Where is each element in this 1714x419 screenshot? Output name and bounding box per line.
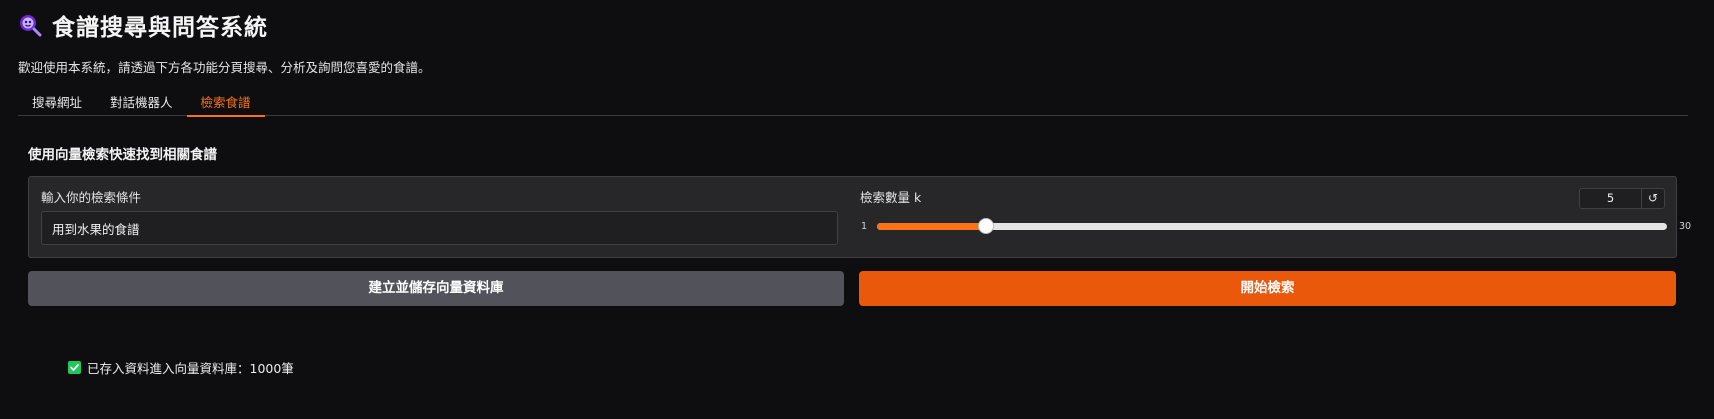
page-title: 食譜搜尋與問答系統 [52,15,268,41]
start-search-button[interactable]: 開始檢索 [859,271,1676,306]
section-title: 使用向量檢索快速找到相關食譜 [28,147,217,163]
slider-fill [877,223,986,230]
check-icon [68,361,81,374]
slider-thumb[interactable] [977,218,994,234]
tab-chatbot[interactable]: 對話機器人 [96,86,187,115]
magnifier-chat-icon [18,13,42,37]
intro-text: 歡迎使用本系統，請透過下方各功能分頁搜尋、分析及詢問您喜愛的食譜。 [18,60,431,75]
query-input[interactable] [41,211,838,245]
reset-icon[interactable]: ↺ [1641,189,1664,208]
slider-min-label: 1 [861,221,868,232]
query-label: 輸入你的檢索條件 [41,190,142,205]
k-label: 檢索數量 k [860,190,922,205]
k-number-box: 5 ↺ [1579,188,1665,209]
k-slider[interactable] [877,218,1667,234]
app-page: 食譜搜尋與問答系統 歡迎使用本系統，請透過下方各功能分頁搜尋、分析及詢問您喜愛的… [0,0,1714,419]
tab-retrieve-recipes[interactable]: 檢索食譜 [186,86,265,117]
k-number-input[interactable]: 5 [1580,189,1641,208]
header: 食譜搜尋與問答系統 [18,8,268,42]
slider-max-label: 30 [1679,221,1692,232]
tab-search-url[interactable]: 搜尋網址 [18,86,96,115]
input-panel: 輸入你的檢索條件 檢索數量 k 5 ↺ 1 30 [28,176,1691,258]
status-text: 已存入資料進入向量資料庫：1000筆 [87,361,294,376]
build-vector-db-button[interactable]: 建立並儲存向量資料庫 [28,271,844,306]
tab-bar: 搜尋網址 對話機器人 檢索食譜 [18,86,1688,117]
status-message: 已存入資料進入向量資料庫：1000筆 [68,358,294,377]
